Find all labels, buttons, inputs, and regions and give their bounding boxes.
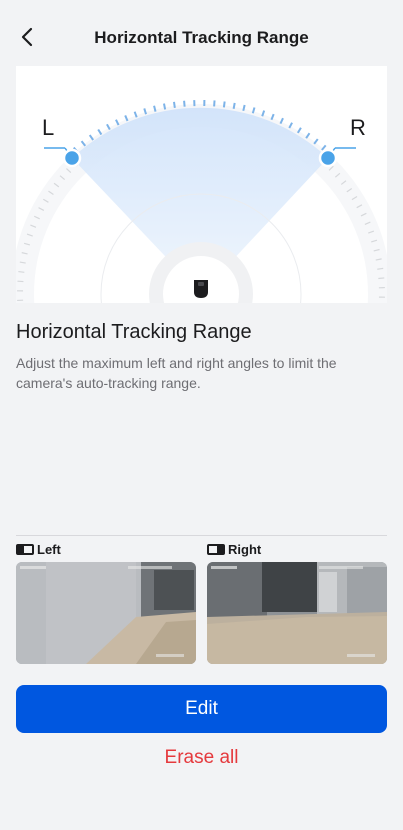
right-position-snapshot[interactable]: [207, 562, 387, 664]
tick-mark: [18, 270, 25, 273]
top-bar: Horizontal Tracking Range: [0, 0, 403, 76]
left-position-snapshot[interactable]: [16, 562, 196, 664]
right-preview-label: Right: [228, 542, 262, 557]
tick-mark: [242, 104, 246, 112]
erase-all-button[interactable]: Erase all: [0, 747, 403, 769]
tick-mark: [88, 134, 94, 141]
tick-mark: [222, 101, 226, 108]
section-description: Adjust the maximum left and right angles…: [16, 355, 337, 391]
right-preview: Right: [207, 541, 387, 664]
tracking-range-dial: L R: [16, 66, 387, 303]
tick-mark: [163, 103, 167, 110]
left-preview: Left: [16, 541, 196, 664]
tick-mark: [183, 100, 186, 107]
chevron-left-icon: [21, 27, 33, 47]
tick-mark: [305, 132, 311, 139]
tick-mark: [97, 128, 103, 136]
section-title: Horizontal Tracking Range: [16, 321, 252, 343]
tick-mark: [296, 127, 302, 134]
page-title: Horizontal Tracking Range: [94, 28, 309, 47]
tick-mark: [232, 102, 236, 110]
edit-button[interactable]: Edit: [16, 685, 387, 733]
right-half-frame-icon: [207, 544, 225, 555]
left-range-handle[interactable]: [62, 148, 82, 168]
right-range-label: R: [350, 115, 366, 140]
tick-mark: [153, 105, 157, 112]
tick-mark: [377, 267, 384, 270]
tick-mark: [378, 277, 385, 280]
right-range-handle[interactable]: [318, 148, 338, 168]
camera-icon: [194, 280, 208, 298]
left-range-label: L: [42, 115, 54, 140]
back-button[interactable]: [14, 22, 42, 52]
divider: [16, 535, 387, 536]
left-half-frame-icon: [16, 544, 34, 555]
tick-mark: [173, 101, 176, 108]
left-preview-label: Left: [37, 542, 61, 557]
